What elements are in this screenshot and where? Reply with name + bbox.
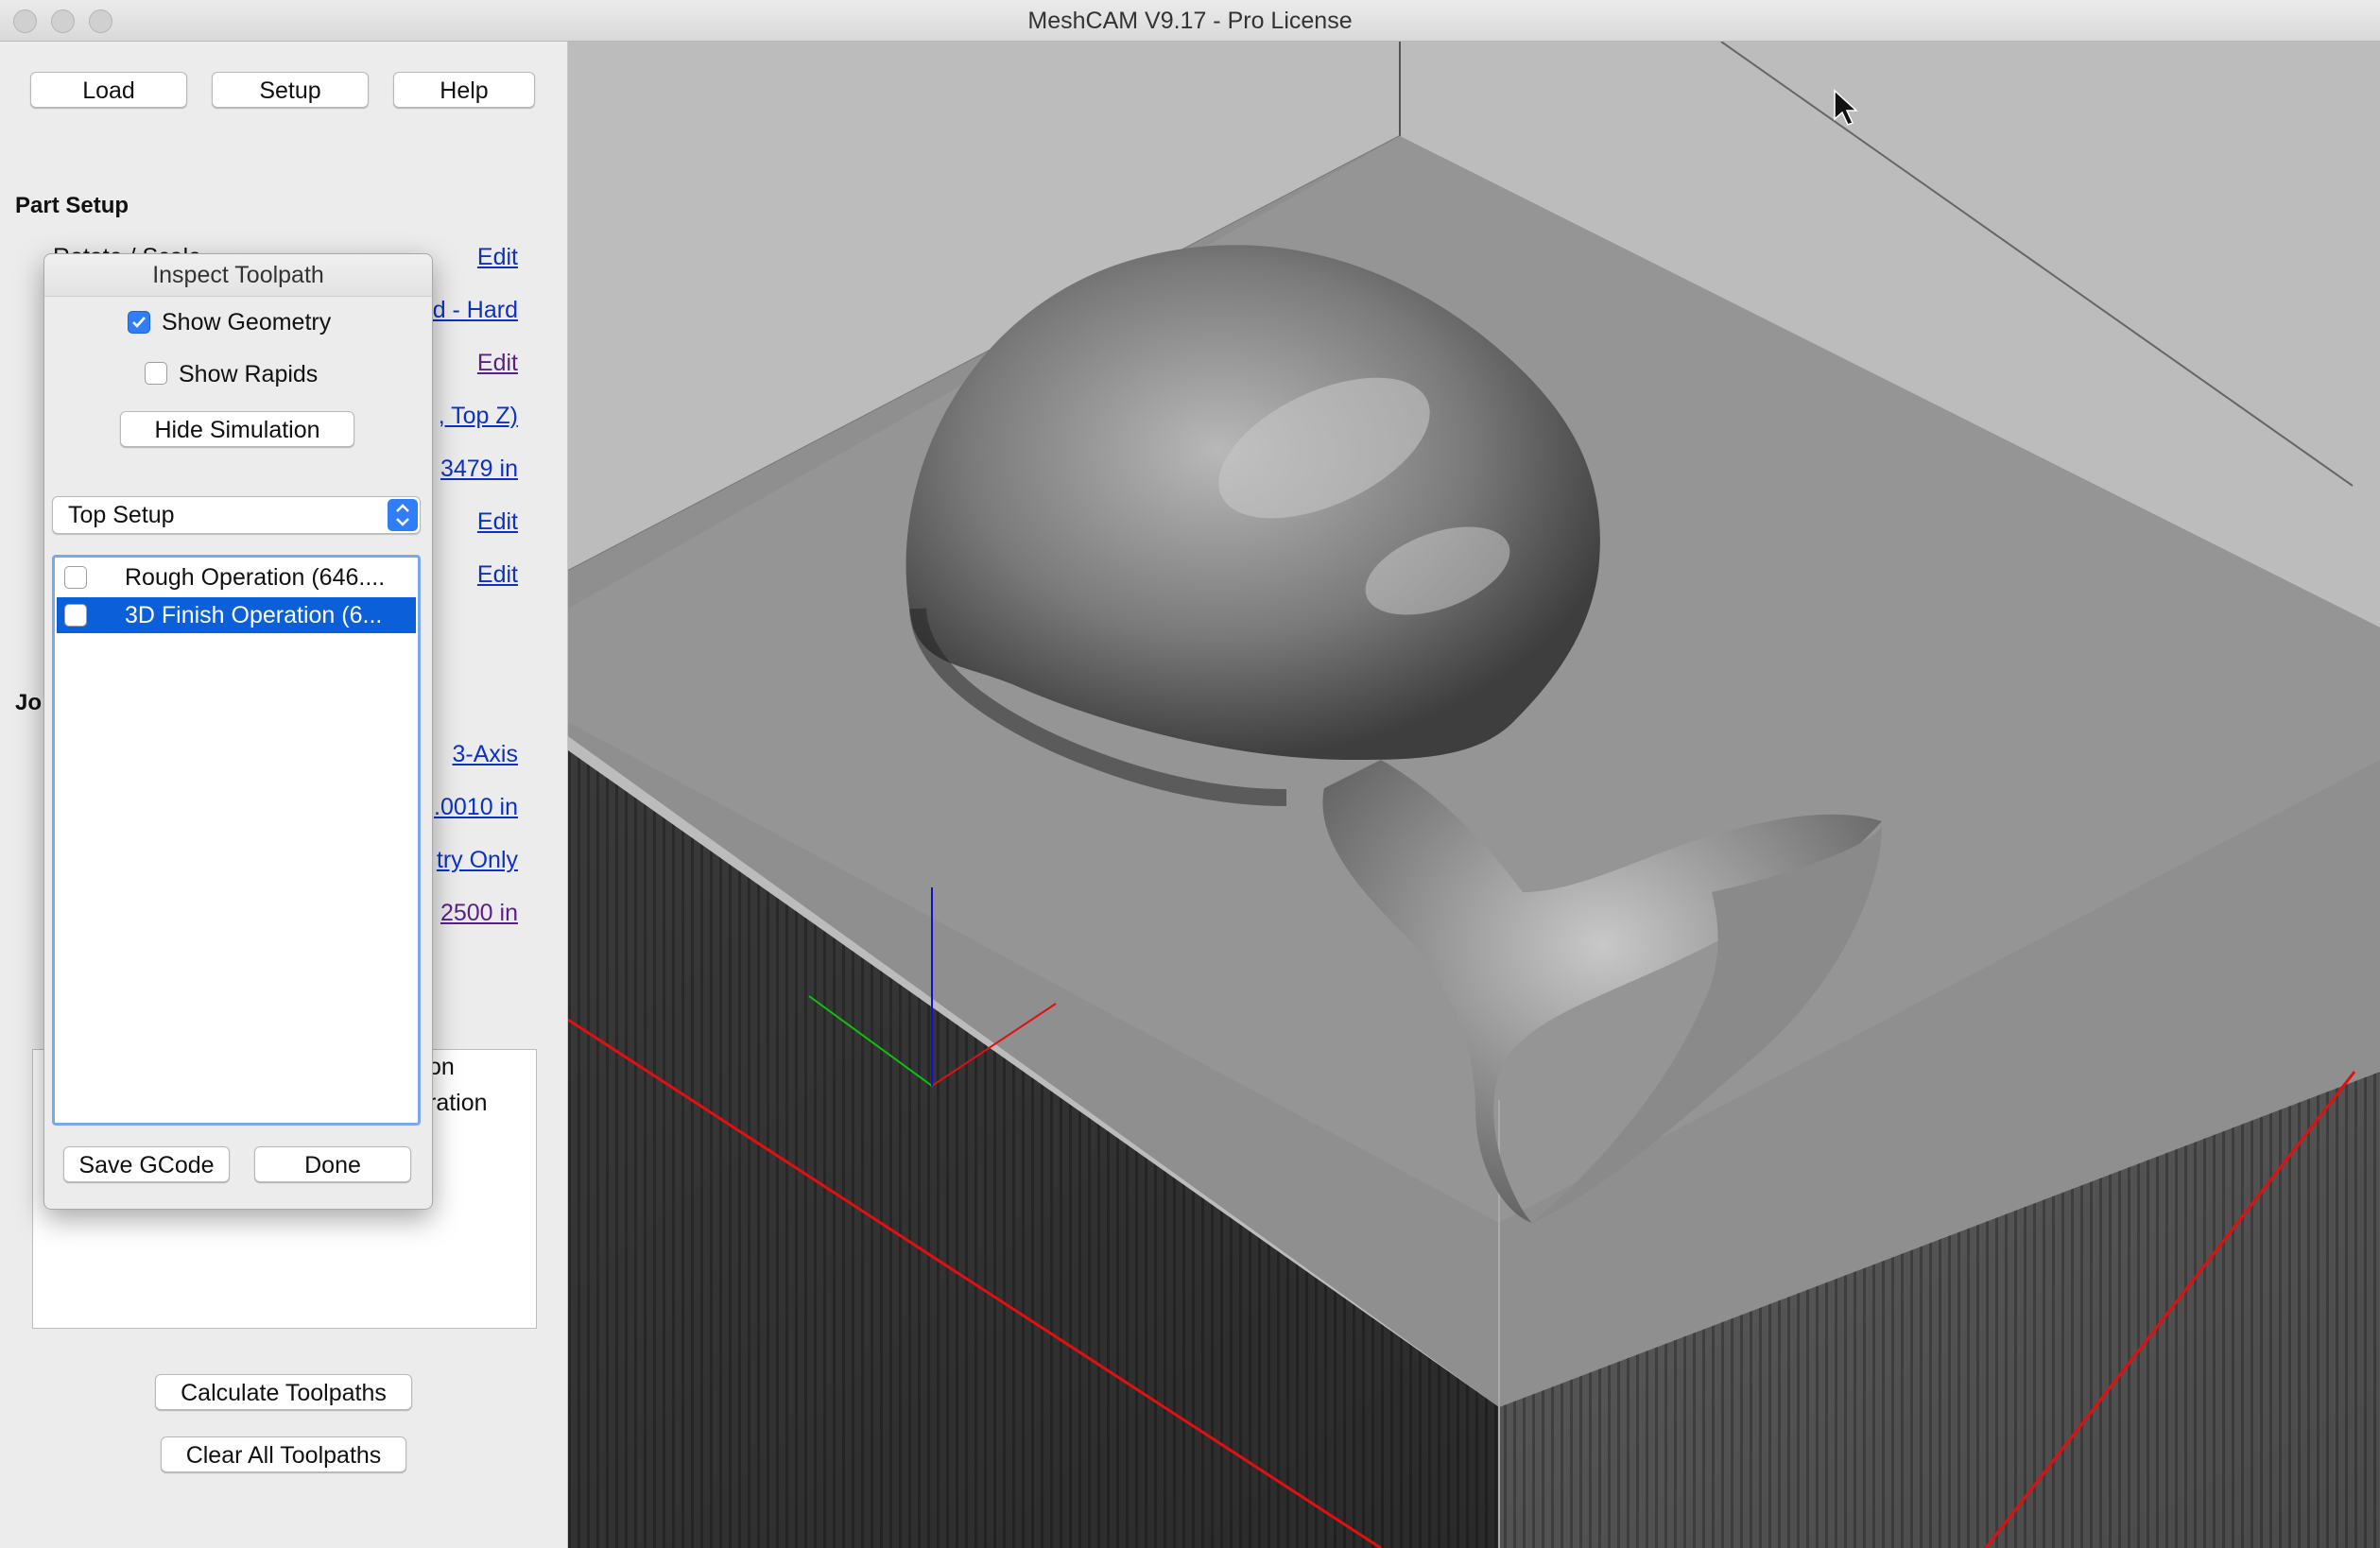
job-link-4[interactable]: 2500 in bbox=[440, 900, 518, 927]
setup-button[interactable]: Setup bbox=[212, 72, 369, 108]
hide-simulation-button[interactable]: Hide Simulation bbox=[120, 411, 354, 447]
part-setup-link-1[interactable]: Edit bbox=[477, 244, 518, 271]
mouse-cursor-icon bbox=[1834, 89, 1858, 126]
show-rapids-label: Show Rapids bbox=[179, 361, 319, 387]
job-link-3[interactable]: try Only bbox=[437, 847, 518, 874]
setup-select-value: Top Setup bbox=[68, 502, 175, 528]
part-setup-link-2[interactable]: d - Hard bbox=[433, 297, 518, 324]
show-geometry-checkbox[interactable] bbox=[128, 311, 150, 334]
part-setup-link-6[interactable]: Edit bbox=[477, 508, 518, 536]
dialog-title: Inspect Toolpath bbox=[44, 254, 432, 297]
job-link-1[interactable]: 3-Axis bbox=[453, 741, 518, 768]
title-bar: MeshCAM V9.17 - Pro License bbox=[0, 0, 2380, 42]
show-rapids-checkbox[interactable] bbox=[145, 362, 167, 385]
part-setup-link-5[interactable]: 3479 in bbox=[440, 456, 518, 483]
part-setup-link-4[interactable]: , Top Z) bbox=[439, 403, 518, 430]
save-gcode-button[interactable]: Save GCode bbox=[63, 1146, 230, 1182]
part-setup-link-7[interactable]: Edit bbox=[477, 561, 518, 589]
help-button[interactable]: Help bbox=[393, 72, 535, 108]
chevron-up-down-icon[interactable] bbox=[388, 499, 418, 531]
done-button[interactable]: Done bbox=[254, 1146, 411, 1182]
part-setup-link-3[interactable]: Edit bbox=[477, 350, 518, 377]
calculate-toolpaths-button[interactable]: Calculate Toolpaths bbox=[155, 1374, 412, 1410]
setup-select[interactable]: Top Setup bbox=[52, 496, 421, 534]
3d-viewport[interactable] bbox=[568, 42, 2380, 1548]
job-link-2[interactable]: .0010 in bbox=[434, 794, 518, 821]
operation-label: 3D Finish Operation (6... bbox=[125, 602, 383, 628]
list-item[interactable]: Rough Operation (646.... bbox=[57, 559, 416, 595]
list-item[interactable]: 3D Finish Operation (6... bbox=[57, 597, 416, 633]
window-title: MeshCAM V9.17 - Pro License bbox=[1027, 8, 1353, 34]
operations-checklist[interactable]: Rough Operation (646.... 3D Finish Opera… bbox=[52, 555, 421, 1126]
job-heading: Jo bbox=[15, 690, 43, 715]
operation-label: Rough Operation (646.... bbox=[125, 564, 386, 591]
show-geometry-label: Show Geometry bbox=[162, 309, 332, 335]
operation-checkbox[interactable] bbox=[64, 604, 87, 627]
clear-all-toolpaths-button[interactable]: Clear All Toolpaths bbox=[161, 1436, 406, 1472]
checkmark-icon bbox=[132, 317, 146, 328]
inspect-toolpath-dialog: Inspect Toolpath Show Geometry Show Rapi… bbox=[43, 253, 433, 1210]
operation-checkbox[interactable] bbox=[64, 566, 87, 589]
part-setup-heading: Part Setup bbox=[15, 193, 129, 218]
model-view[interactable] bbox=[568, 42, 2380, 1548]
list-item[interactable]: ration bbox=[428, 1090, 488, 1117]
load-button[interactable]: Load bbox=[30, 72, 187, 108]
